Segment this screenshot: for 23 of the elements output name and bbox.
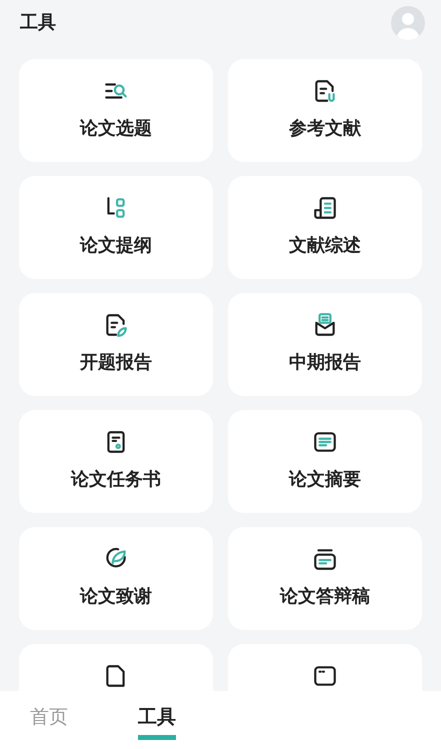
tool-card[interactable]: 论文摘要 [228, 410, 422, 513]
tool-card[interactable]: 论文提纲 [19, 176, 213, 279]
tool-label: 论文摘要 [289, 468, 361, 491]
tool-label: 参考文献 [289, 117, 361, 140]
tool-card[interactable]: 文献综述 [228, 176, 422, 279]
avatar[interactable] [391, 6, 425, 40]
tool-label: 论文致谢 [80, 585, 152, 608]
tool-card[interactable]: 论文任务书 [19, 410, 213, 513]
tool-label: 中期报告 [289, 351, 361, 374]
tool-label: 论文选题 [80, 117, 152, 140]
tool-card[interactable]: 论文答辩稿 [228, 527, 422, 630]
tool-label: 文献综述 [289, 234, 361, 257]
tool-label: 论文答辩稿 [280, 585, 370, 608]
tool-label: 开题报告 [80, 351, 152, 374]
page-title: 工具 [20, 11, 56, 34]
newspaper-icon [312, 195, 338, 221]
tool-label: 论文任务书 [71, 468, 161, 491]
tool-card[interactable]: 论文致谢 [19, 527, 213, 630]
tool-card[interactable]: 参考文献 [228, 59, 422, 162]
tool-card[interactable]: 论文选题 [19, 59, 213, 162]
tool-label: 论文提纲 [80, 234, 152, 257]
tool-card[interactable]: 中期报告 [228, 293, 422, 396]
tool-card[interactable]: 开题报告 [19, 293, 213, 396]
